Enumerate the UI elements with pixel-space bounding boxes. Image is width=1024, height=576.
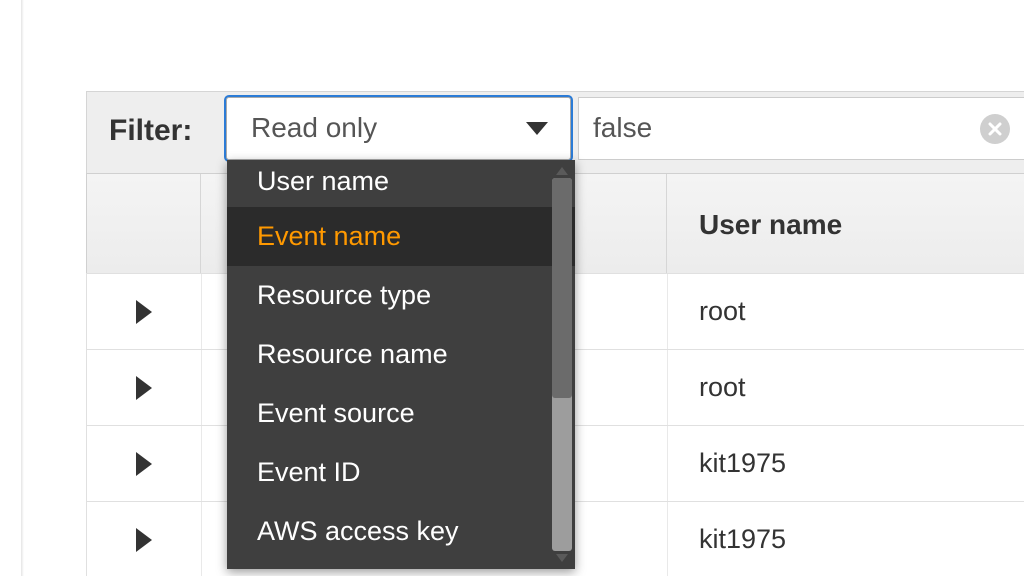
filter-attribute-value: Read only <box>251 112 377 144</box>
expand-row-button[interactable] <box>87 426 202 501</box>
scroll-up-icon[interactable] <box>552 164 572 178</box>
filter-value-input[interactable]: false <box>578 97 1024 160</box>
filter-label: Filter: <box>109 114 192 148</box>
dropdown-option-resource-name[interactable]: Resource name <box>227 325 575 384</box>
table-cell-user-name: root <box>667 350 1024 425</box>
expand-row-button[interactable] <box>87 274 202 349</box>
caret-right-icon <box>136 376 152 400</box>
caret-right-icon <box>136 528 152 552</box>
dropdown-option-event-id[interactable]: Event ID <box>227 443 575 502</box>
table-cell-user-name: root <box>667 274 1024 349</box>
column-header-label: User name <box>699 209 842 241</box>
expand-row-button[interactable] <box>87 350 202 425</box>
cell-text: root <box>699 296 746 327</box>
dropdown-scrollbar[interactable] <box>552 164 572 565</box>
caret-right-icon <box>136 452 152 476</box>
clear-icon[interactable] <box>980 114 1010 144</box>
dropdown-option-resource-type[interactable]: Resource type <box>227 266 575 325</box>
caret-right-icon <box>136 300 152 324</box>
chevron-down-icon <box>526 122 548 135</box>
filter-attribute-dropdown-menu: User name Event name Resource type Resou… <box>227 160 575 569</box>
left-panel-edge <box>21 0 24 576</box>
table-header-user-name[interactable]: User name <box>667 174 1024 273</box>
cell-text: kit1975 <box>699 524 786 555</box>
app-canvas: Filter: Read only false User name root <box>0 0 1024 576</box>
table-cell-user-name: kit1975 <box>667 426 1024 501</box>
dropdown-option-aws-access-key[interactable]: AWS access key <box>227 502 575 561</box>
dropdown-option-event-name[interactable]: Event name <box>227 207 575 266</box>
filter-attribute-dropdown[interactable]: Read only <box>226 97 571 160</box>
table-cell-user-name: kit1975 <box>667 502 1024 576</box>
scroll-down-icon[interactable] <box>552 551 572 565</box>
dropdown-option-user-name[interactable]: User name <box>227 164 575 207</box>
dropdown-option-event-source[interactable]: Event source <box>227 384 575 443</box>
expand-row-button[interactable] <box>87 502 202 576</box>
scrollbar-thumb[interactable] <box>552 178 572 398</box>
filter-value-text: false <box>593 112 652 144</box>
cell-text: root <box>699 372 746 403</box>
cell-text: kit1975 <box>699 448 786 479</box>
table-header-expand-col <box>87 174 201 273</box>
